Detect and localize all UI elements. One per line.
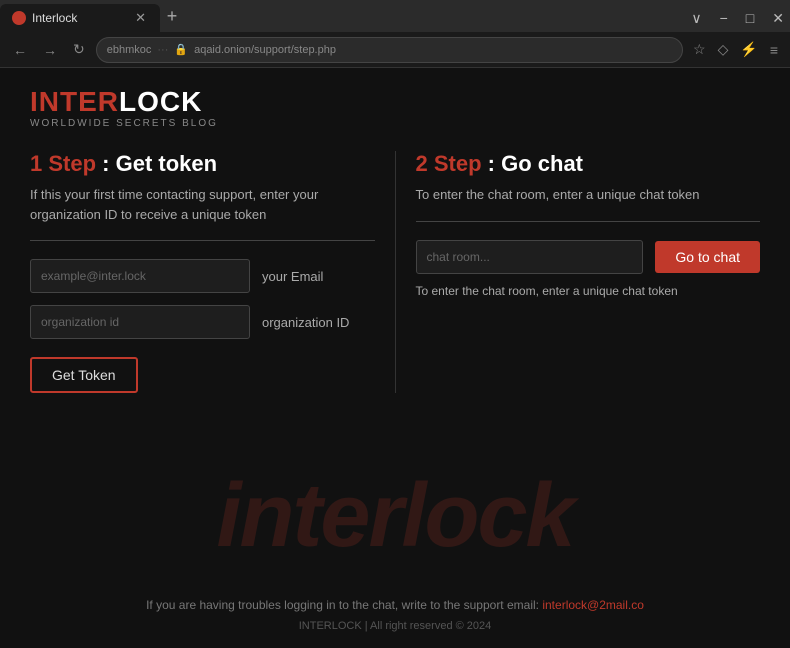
toolbar-icons: ☆ ◇ ⚡ ≡	[689, 39, 782, 60]
shield-icon[interactable]: ◇	[714, 39, 733, 60]
refresh-button[interactable]: ↻	[68, 39, 90, 60]
address-separator: ···	[157, 44, 168, 56]
step1-number: 1	[30, 151, 42, 176]
lock-icon: 🔒	[174, 43, 188, 56]
step2-divider	[416, 221, 761, 222]
address-left: ebhmkoc	[107, 44, 152, 56]
chevron-down-icon[interactable]: ∨	[685, 11, 707, 25]
logo-area: INTERLOCK Worldwide Secrets Blog	[30, 88, 760, 129]
active-tab[interactable]: Interlock ✕	[0, 4, 160, 32]
step1-divider	[30, 240, 375, 241]
chat-token-input[interactable]	[416, 240, 644, 274]
footer-email: interlock@2mail.co	[542, 598, 644, 612]
footer-copyright: INTERLOCK | All right reserved © 2024	[30, 620, 760, 632]
menu-icon[interactable]: ≡	[766, 40, 782, 60]
org-input[interactable]	[30, 305, 250, 339]
logo-lock: LOCK	[119, 86, 202, 117]
step2-number: 2	[416, 151, 428, 176]
step1-title: Get token	[110, 151, 218, 176]
step1-description: If this your first time contacting suppo…	[30, 185, 375, 224]
org-label: organization ID	[262, 315, 349, 330]
maximize-button[interactable]: □	[740, 11, 760, 25]
logo-subtitle: Worldwide Secrets Blog	[30, 118, 760, 129]
browser-toolbar: ← → ↻ ebhmkoc ··· 🔒 aqaid.onion/support/…	[0, 32, 790, 68]
tab-favicon	[12, 11, 26, 25]
step2-description: To enter the chat room, enter a unique c…	[416, 185, 761, 205]
address-bar[interactable]: ebhmkoc ··· 🔒 aqaid.onion/support/step.p…	[96, 37, 683, 63]
new-tab-button[interactable]: +	[160, 4, 184, 28]
step2-heading: 2 Step : Go chat	[416, 151, 761, 177]
star-icon[interactable]: ☆	[689, 39, 710, 60]
chat-token-row: Go to chat	[416, 240, 761, 274]
window-controls: ∨ − □ ✕	[685, 4, 790, 32]
minimize-button[interactable]: −	[714, 11, 734, 25]
back-button[interactable]: ←	[8, 40, 32, 60]
org-row: organization ID	[30, 305, 375, 339]
steps-container: 1 Step : Get token If this your first ti…	[30, 151, 760, 393]
step2-title: Go chat	[495, 151, 583, 176]
email-row: your Email	[30, 259, 375, 293]
step2-column: 2 Step : Go chat To enter the chat room,…	[395, 151, 761, 393]
tab-close-button[interactable]: ✕	[133, 10, 148, 26]
step1-heading: 1 Step : Get token	[30, 151, 375, 177]
browser-tab-bar: Interlock ✕ + ∨ − □ ✕	[0, 0, 790, 32]
email-input[interactable]	[30, 259, 250, 293]
step1-step-label: Step	[42, 151, 96, 176]
get-token-button[interactable]: Get Token	[30, 357, 138, 393]
logo-inter: INTER	[30, 86, 119, 117]
go-to-chat-button[interactable]: Go to chat	[655, 241, 760, 273]
watermark-text: interlock	[216, 465, 573, 568]
chat-note: To enter the chat room, enter a unique c…	[416, 284, 761, 298]
close-button[interactable]: ✕	[766, 11, 790, 25]
forward-button[interactable]: →	[38, 40, 62, 60]
page-content: INTERLOCK Worldwide Secrets Blog 1 Step …	[0, 68, 790, 648]
footer: If you are having troubles logging in to…	[0, 582, 790, 648]
step1-column: 1 Step : Get token If this your first ti…	[30, 151, 395, 393]
step1-colon: :	[96, 151, 109, 176]
step2-step-label: Step	[428, 151, 482, 176]
email-label: your Email	[262, 269, 323, 284]
address-right: aqaid.onion/support/step.php	[194, 44, 336, 56]
watermark: interlock	[0, 465, 790, 568]
step2-colon: :	[482, 151, 495, 176]
tab-title: Interlock	[32, 11, 77, 25]
extension-icon[interactable]: ⚡	[736, 39, 761, 60]
footer-trouble-text: If you are having troubles logging in to…	[30, 598, 760, 612]
logo: INTERLOCK	[30, 88, 760, 116]
